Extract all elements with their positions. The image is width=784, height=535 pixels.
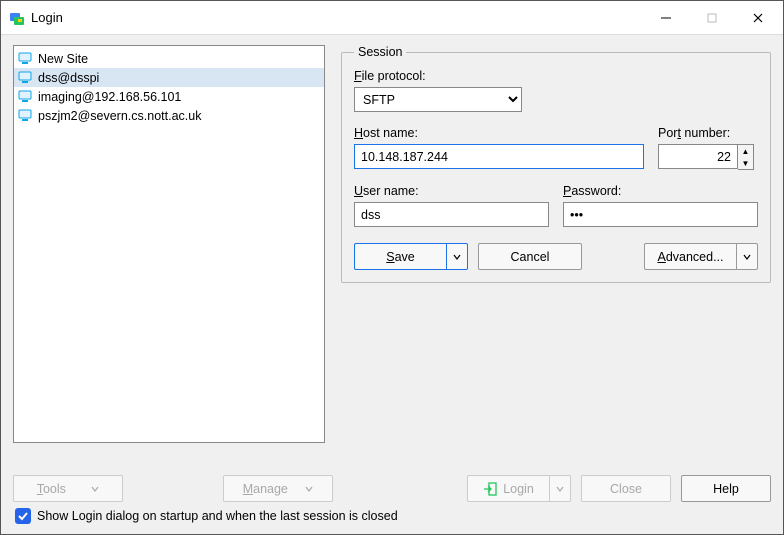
- advanced-button[interactable]: Advanced...: [644, 243, 736, 270]
- chevron-down-icon: [556, 485, 564, 493]
- startup-checkbox-label: Show Login dialog on startup and when th…: [37, 509, 398, 523]
- spin-down-icon[interactable]: ▼: [738, 157, 753, 169]
- close-button[interactable]: Close: [581, 475, 671, 502]
- close-window-button[interactable]: [735, 2, 781, 34]
- list-item-label: New Site: [38, 52, 88, 66]
- window-buttons: [643, 2, 781, 34]
- password-input[interactable]: [563, 202, 758, 227]
- session-fieldset: Session File protocol: SFTP Host name:: [341, 45, 771, 283]
- upper-panel: New Site dss@dsspi imaging@192.168.56.10…: [13, 45, 771, 465]
- titlebar: Login: [1, 1, 783, 35]
- window-title: Login: [31, 10, 63, 25]
- computer-icon: [18, 109, 34, 123]
- chevron-down-icon: [91, 485, 99, 493]
- advanced-dropdown-button[interactable]: [736, 243, 758, 270]
- site-list[interactable]: New Site dss@dsspi imaging@192.168.56.10…: [13, 45, 325, 443]
- content-area: New Site dss@dsspi imaging@192.168.56.10…: [1, 35, 783, 534]
- list-item[interactable]: New Site: [14, 49, 324, 68]
- save-split-button[interactable]: Save: [354, 243, 468, 270]
- chevron-down-icon: [743, 253, 751, 261]
- username-input[interactable]: [354, 202, 549, 227]
- login-button[interactable]: Login: [467, 475, 549, 502]
- chevron-down-icon: [453, 253, 461, 261]
- port-spinner[interactable]: ▲ ▼: [738, 144, 754, 170]
- cancel-button[interactable]: Cancel: [478, 243, 582, 270]
- computer-icon: [18, 71, 34, 85]
- login-split-button[interactable]: Login: [467, 475, 571, 502]
- list-item-label: pszjm2@severn.cs.nott.ac.uk: [38, 109, 201, 123]
- chevron-down-icon: [305, 485, 313, 493]
- manage-button[interactable]: Manage: [223, 475, 333, 502]
- list-item[interactable]: dss@dsspi: [14, 68, 324, 87]
- list-item[interactable]: pszjm2@severn.cs.nott.ac.uk: [14, 106, 324, 125]
- advanced-split-button[interactable]: Advanced...: [644, 243, 758, 270]
- file-protocol-select[interactable]: SFTP: [354, 87, 522, 112]
- minimize-button[interactable]: [643, 2, 689, 34]
- spin-up-icon[interactable]: ▲: [738, 145, 753, 157]
- save-dropdown-button[interactable]: [446, 243, 468, 270]
- app-icon: [9, 10, 25, 26]
- tools-button[interactable]: Tools: [13, 475, 123, 502]
- list-item-label: dss@dsspi: [38, 71, 99, 85]
- list-item[interactable]: imaging@192.168.56.101: [14, 87, 324, 106]
- computer-icon: [18, 90, 34, 104]
- help-button[interactable]: Help: [681, 475, 771, 502]
- username-label: User name:: [354, 184, 549, 198]
- port-input[interactable]: [658, 144, 738, 169]
- startup-checkbox-row[interactable]: Show Login dialog on startup and when th…: [13, 502, 771, 526]
- list-item-label: imaging@192.168.56.101: [38, 90, 181, 104]
- save-button[interactable]: Save: [354, 243, 446, 270]
- checkbox-checked-icon[interactable]: [15, 508, 31, 524]
- login-window: Login New Site dss@dsspi imaging@192: [0, 0, 784, 535]
- session-panel: Session File protocol: SFTP Host name:: [341, 45, 771, 465]
- password-label: Password:: [563, 184, 758, 198]
- login-dropdown-button[interactable]: [549, 475, 571, 502]
- session-legend: Session: [354, 45, 406, 59]
- bottom-bar: Tools Manage Login Close Help: [13, 465, 771, 502]
- computer-icon: [18, 52, 34, 66]
- file-protocol-label: File protocol:: [354, 69, 758, 83]
- maximize-button[interactable]: [689, 2, 735, 34]
- port-label: Port number:: [658, 126, 758, 140]
- host-label: Host name:: [354, 126, 644, 140]
- host-input[interactable]: [354, 144, 644, 169]
- login-icon: [483, 482, 497, 496]
